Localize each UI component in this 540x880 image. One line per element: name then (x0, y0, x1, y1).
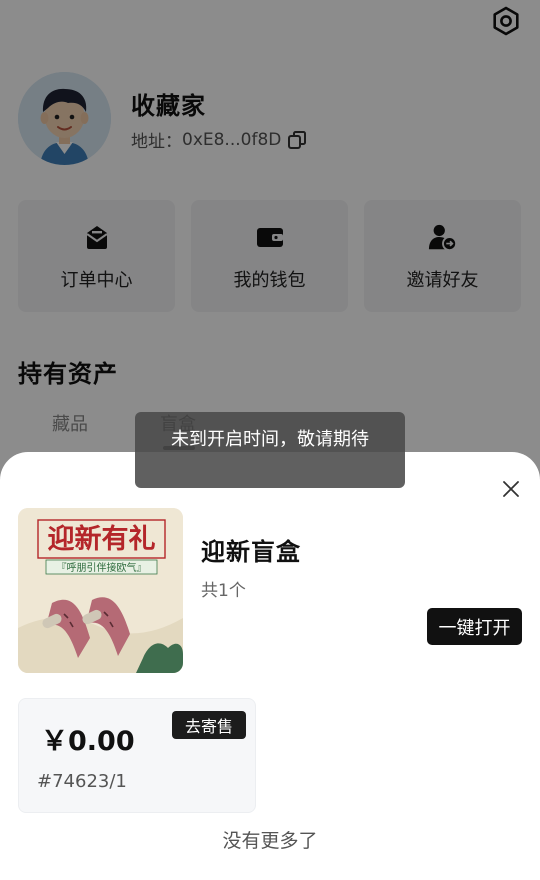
blind-box-count: 共1个 (201, 581, 246, 601)
blind-box-item-card[interactable]: ￥0.00 去寄售 #74623/1 (18, 698, 256, 813)
banner-headline: 迎新有礼 (48, 523, 156, 554)
item-serial-number: #74623/1 (37, 771, 127, 792)
blind-box-title: 迎新盲盒 (201, 538, 301, 566)
close-icon (503, 481, 519, 497)
no-more-text: 没有更多了 (222, 830, 318, 852)
item-price: ￥0.00 (41, 726, 135, 757)
consign-button[interactable]: 去寄售 (172, 711, 246, 739)
blind-box-cover-image[interactable]: 迎新有礼 『呼朋引伴接欧气』 (18, 508, 183, 673)
close-sheet-button[interactable] (502, 480, 520, 498)
blind-box-sheet: 迎新有礼 『呼朋引伴接欧气』 迎新盲盒 共1个 一键打开 ￥0.00 去寄售 #… (0, 452, 540, 880)
open-all-button[interactable]: 一键打开 (427, 608, 522, 645)
toast-message: 未到开启时间，敬请期待 (135, 412, 405, 488)
banner-tagline: 『呼朋引伴接欧气』 (57, 561, 147, 574)
